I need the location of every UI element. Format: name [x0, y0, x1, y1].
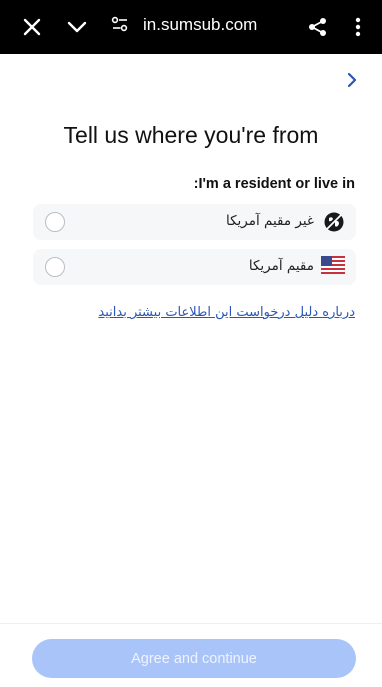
us-flag-icon [320, 255, 346, 278]
agree-continue-button[interactable]: Agree and continue [32, 639, 356, 678]
residency-question: :I'm a resident or live in [193, 176, 355, 192]
option-label: غیر مقیم آمریکا [225, 213, 314, 229]
browser-toolbar: in.sumsub.com [0, 0, 382, 54]
share-icon[interactable] [298, 7, 338, 47]
radio-button[interactable] [45, 212, 65, 232]
close-icon[interactable] [12, 7, 52, 47]
chevron-right-icon[interactable] [340, 68, 364, 92]
option-non-us-resident[interactable]: غیر مقیم آمریکا [33, 204, 356, 240]
option-us-resident[interactable]: مقیم آمریکا [33, 249, 356, 285]
footer-divider [0, 623, 382, 624]
globe-icon [323, 211, 345, 237]
why-info-link[interactable]: درباره دلیل درخواست این اطلاعات بیشتر بد… [98, 305, 355, 320]
chevron-down-icon[interactable] [57, 7, 97, 47]
option-label: مقیم آمریکا [248, 258, 314, 274]
radio-button[interactable] [45, 257, 65, 277]
more-vert-icon[interactable] [340, 7, 376, 47]
page-title: Tell us where you're from [63, 122, 319, 148]
site-settings-icon[interactable] [110, 14, 134, 38]
address-bar-url[interactable]: in.sumsub.com [143, 15, 257, 35]
